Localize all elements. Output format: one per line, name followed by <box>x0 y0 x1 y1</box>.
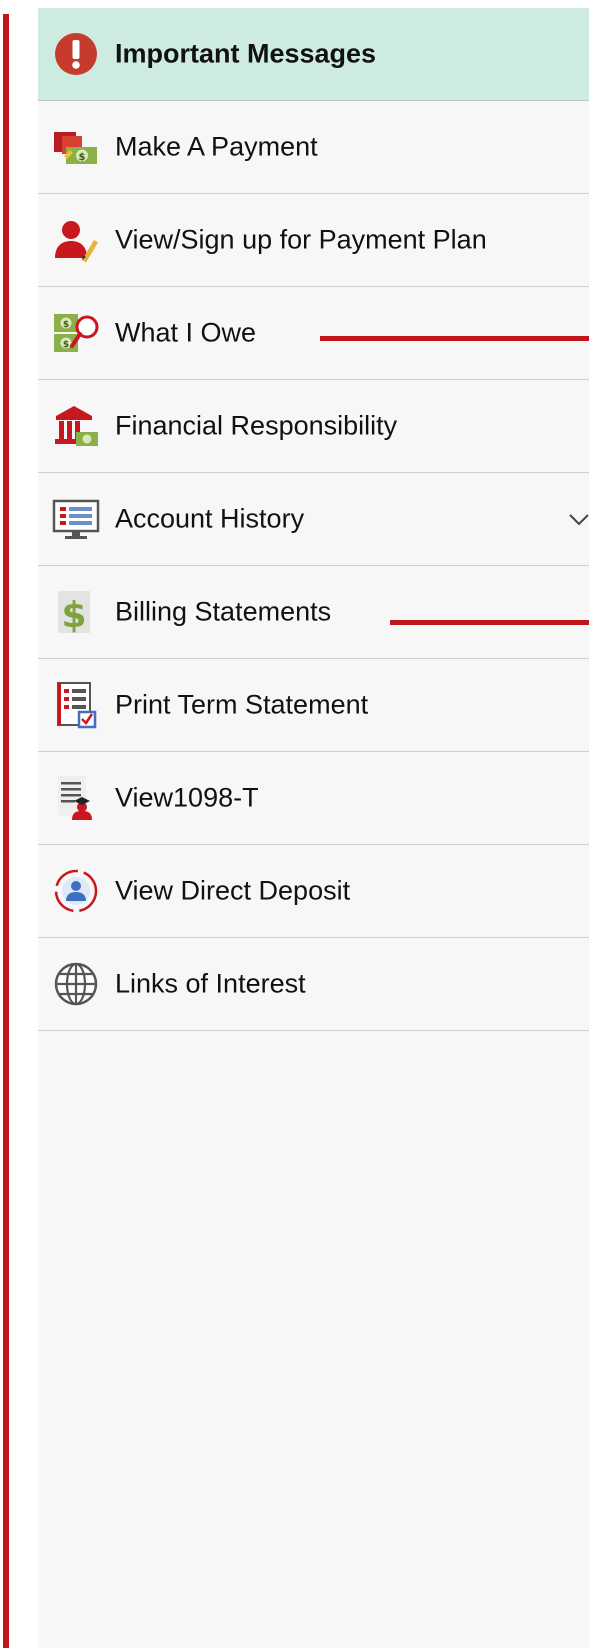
statement-icon <box>52 681 100 729</box>
annotation-arrow-what-i-owe <box>320 336 589 341</box>
nav-item-label: View/Sign up for Payment Plan <box>115 224 487 255</box>
nav-item-important-messages[interactable]: Important Messages <box>38 8 589 101</box>
nav-item-billing-statements[interactable]: $ Billing Statements <box>38 566 589 659</box>
payment-icon: $ <box>52 123 100 171</box>
nav-item-view-direct-deposit[interactable]: View Direct Deposit <box>38 845 589 938</box>
globe-icon <box>52 960 100 1008</box>
nav-item-label: Account History <box>115 503 305 534</box>
dollar-icon: $ <box>52 588 100 636</box>
money-magnifier-icon: $ $ <box>52 309 100 357</box>
annotation-arrow-billing-statements <box>390 620 589 625</box>
nav-item-label: Make A Payment <box>115 131 318 162</box>
nav-item-financial-responsibility[interactable]: Financial Responsibility <box>38 380 589 473</box>
finance-sidebar-nav: Important Messages $ Make A Payment View… <box>38 8 589 1648</box>
nav-item-print-term-statement[interactable]: Print Term Statement <box>38 659 589 752</box>
left-accent-bar <box>3 14 9 1648</box>
nav-item-view-1098-t[interactable]: View1098-T <box>38 752 589 845</box>
user-pen-icon <box>52 216 100 264</box>
monitor-list-icon <box>52 495 100 543</box>
nav-item-label: Billing Statements <box>115 596 332 627</box>
alert-icon <box>52 30 100 78</box>
nav-item-label: Important Messages <box>115 38 377 69</box>
nav-item-label: View1098-T <box>115 782 259 813</box>
nav-item-links-of-interest[interactable]: Links of Interest <box>38 938 589 1031</box>
svg-text:$: $ <box>63 340 69 350</box>
nav-item-label: Financial Responsibility <box>115 410 398 441</box>
bank-icon <box>52 402 100 450</box>
chevron-down-icon[interactable] <box>568 509 589 529</box>
nav-item-account-history[interactable]: Account History <box>38 473 589 566</box>
nav-item-label: View Direct Deposit <box>115 875 351 906</box>
nav-item-payment-plan[interactable]: View/Sign up for Payment Plan <box>38 194 589 287</box>
nav-item-label: Links of Interest <box>115 968 306 999</box>
nav-item-label: What I Owe <box>115 317 257 348</box>
svg-text:$: $ <box>63 320 69 330</box>
svg-text:$: $ <box>61 595 86 636</box>
nav-item-make-a-payment[interactable]: $ Make A Payment <box>38 101 589 194</box>
svg-text:$: $ <box>79 152 86 163</box>
nav-item-label: Print Term Statement <box>115 689 369 720</box>
nav-item-what-i-owe[interactable]: $ $ What I Owe <box>38 287 589 380</box>
tax-form-icon <box>52 774 100 822</box>
direct-deposit-icon <box>52 867 100 915</box>
